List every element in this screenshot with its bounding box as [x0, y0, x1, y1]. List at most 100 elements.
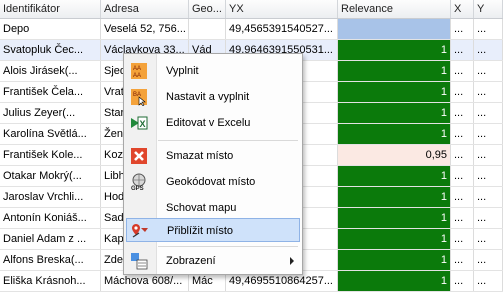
relevance-value: 1	[440, 44, 447, 56]
relevance-value: 1	[440, 86, 447, 98]
cell-x[interactable]: ...	[451, 61, 474, 81]
column-header-identifikator[interactable]: Identifikátor	[0, 0, 101, 18]
svg-text:AA: AA	[133, 66, 141, 72]
menu-item-zobrazeni[interactable]: Zobrazení	[126, 249, 300, 273]
cell-relevance[interactable]: 1	[338, 103, 451, 123]
set-and-fill-icon: BA	[131, 89, 147, 106]
relevance-value: 1	[440, 170, 447, 182]
cell-x[interactable]: ...	[451, 250, 474, 270]
cell-y[interactable]: ...	[474, 271, 503, 291]
cell-identifikator[interactable]: Svatopluk Čec...	[0, 40, 101, 60]
relevance-value: 1	[440, 107, 447, 119]
cell-y[interactable]: ...	[474, 82, 503, 102]
menu-item-label: Editovat v Excelu	[166, 117, 251, 129]
menu-item-vyplnit[interactable]: AA AA Vyplnit	[126, 59, 300, 83]
cell-x[interactable]: ...	[451, 271, 474, 291]
cell-geo[interactable]	[189, 19, 226, 39]
cell-x[interactable]: ...	[451, 124, 474, 144]
column-header-yx[interactable]: YX	[226, 0, 338, 18]
menu-item-label: Vyplnit	[166, 65, 199, 77]
zoom-to-place-icon	[132, 224, 148, 238]
cell-adresa[interactable]: Veselá 52, 756...	[101, 19, 189, 39]
cell-identifikator[interactable]: Alfons Breska(...	[0, 250, 101, 270]
cell-y[interactable]: ...	[474, 250, 503, 270]
menu-item-editovat-v-excelu[interactable]: X Editovat v Excelu	[126, 111, 300, 135]
cell-relevance[interactable]: 0,95	[338, 145, 451, 165]
menu-item-smazat-misto[interactable]: Smazat místo	[126, 144, 300, 168]
cell-relevance[interactable]: 1	[338, 187, 451, 207]
cell-identifikator[interactable]: Antonín Koniáš...	[0, 208, 101, 228]
cell-y[interactable]: ...	[474, 124, 503, 144]
cell-relevance[interactable]: 1	[338, 271, 451, 291]
cell-x[interactable]: ...	[451, 40, 474, 60]
cell-y[interactable]: ...	[474, 61, 503, 81]
cell-y[interactable]: ...	[474, 187, 503, 207]
cell-relevance[interactable]: 1	[338, 124, 451, 144]
table-row[interactable]: Depo Veselá 52, 756... 49,4565391540527...…	[0, 19, 503, 40]
cell-y[interactable]: ...	[474, 229, 503, 249]
cell-x[interactable]: ...	[451, 145, 474, 165]
cell-identifikator[interactable]: Eliška Krásnoh...	[0, 271, 101, 291]
cell-identifikator[interactable]: Otakar Mokrý(...	[0, 166, 101, 186]
column-header-y[interactable]: Y	[474, 0, 503, 18]
cell-relevance[interactable]: 1	[338, 229, 451, 249]
cell-y[interactable]: ...	[474, 19, 503, 39]
menu-separator	[158, 140, 298, 141]
cell-relevance[interactable]: 1	[338, 166, 451, 186]
cell-relevance[interactable]: 1	[338, 250, 451, 270]
relevance-value: 1	[440, 65, 447, 77]
menu-item-priblizit-misto[interactable]: Přiblížit místo	[126, 218, 300, 242]
relevance-value: 0,95	[425, 149, 447, 161]
submenu-arrow-icon	[290, 257, 294, 265]
cell-y[interactable]: ...	[474, 103, 503, 123]
cell-x[interactable]: ...	[451, 166, 474, 186]
cell-y[interactable]: ...	[474, 40, 503, 60]
cell-x[interactable]: ...	[451, 82, 474, 102]
menu-item-geokodovat-misto[interactable]: GPS Geokódovat místo	[126, 170, 300, 194]
cell-identifikator[interactable]: Julius Zeyer(...	[0, 103, 101, 123]
context-menu: AA AA Vyplnit BA Nastavit a vyplnit X Ed…	[123, 53, 303, 275]
fill-icon: AA AA	[131, 63, 147, 79]
relevance-value: 1	[440, 233, 447, 245]
column-header-relevance[interactable]: Relevance	[338, 0, 451, 18]
cell-identifikator[interactable]: Daniel Adam z ...	[0, 229, 101, 249]
cell-yx[interactable]: 49,4565391540527...	[226, 19, 338, 39]
menu-item-label: Zobrazení	[166, 255, 216, 267]
menu-item-label: Schovat mapu	[166, 202, 237, 214]
menu-item-schovat-mapu[interactable]: Schovat mapu	[126, 196, 300, 220]
cell-identifikator[interactable]: Jaroslav Vrchli...	[0, 187, 101, 207]
menu-separator	[158, 246, 298, 247]
cell-x[interactable]: ...	[451, 19, 474, 39]
column-header-adresa[interactable]: Adresa	[101, 0, 189, 18]
column-header-geo[interactable]: Geo...	[189, 0, 226, 18]
cell-identifikator[interactable]: Karolína Světlá...	[0, 124, 101, 144]
cell-relevance[interactable]	[338, 19, 451, 39]
cell-x[interactable]: ...	[451, 229, 474, 249]
menu-item-nastavit-a-vyplnit[interactable]: BA Nastavit a vyplnit	[126, 85, 300, 109]
cell-relevance[interactable]: 1	[338, 208, 451, 228]
delete-icon	[131, 148, 147, 164]
cell-identifikator[interactable]: František Kole...	[0, 145, 101, 165]
relevance-value: 1	[440, 128, 447, 140]
menu-item-label: Smazat místo	[166, 150, 234, 162]
cell-identifikator[interactable]: Depo	[0, 19, 101, 39]
cell-relevance[interactable]: 1	[338, 61, 451, 81]
menu-item-label: Geokódovat místo	[166, 176, 256, 188]
cell-x[interactable]: ...	[451, 103, 474, 123]
view-icon	[131, 253, 148, 270]
excel-icon: X	[131, 116, 148, 130]
cell-identifikator[interactable]: František Čela...	[0, 82, 101, 102]
cell-identifikator[interactable]: Alois Jirásek(...	[0, 61, 101, 81]
relevance-value: 1	[440, 191, 447, 203]
cell-relevance[interactable]: 1	[338, 40, 451, 60]
grid-header: Identifikátor Adresa Geo... YX Relevance…	[0, 0, 503, 19]
cell-x[interactable]: ...	[451, 208, 474, 228]
cell-relevance[interactable]: 1	[338, 82, 451, 102]
cell-x[interactable]: ...	[451, 187, 474, 207]
menu-item-label: Nastavit a vyplnit	[166, 91, 250, 103]
cell-y[interactable]: ...	[474, 208, 503, 228]
cell-y[interactable]: ...	[474, 145, 503, 165]
svg-text:AA: AA	[133, 73, 141, 79]
cell-y[interactable]: ...	[474, 166, 503, 186]
column-header-x[interactable]: X	[451, 0, 474, 18]
